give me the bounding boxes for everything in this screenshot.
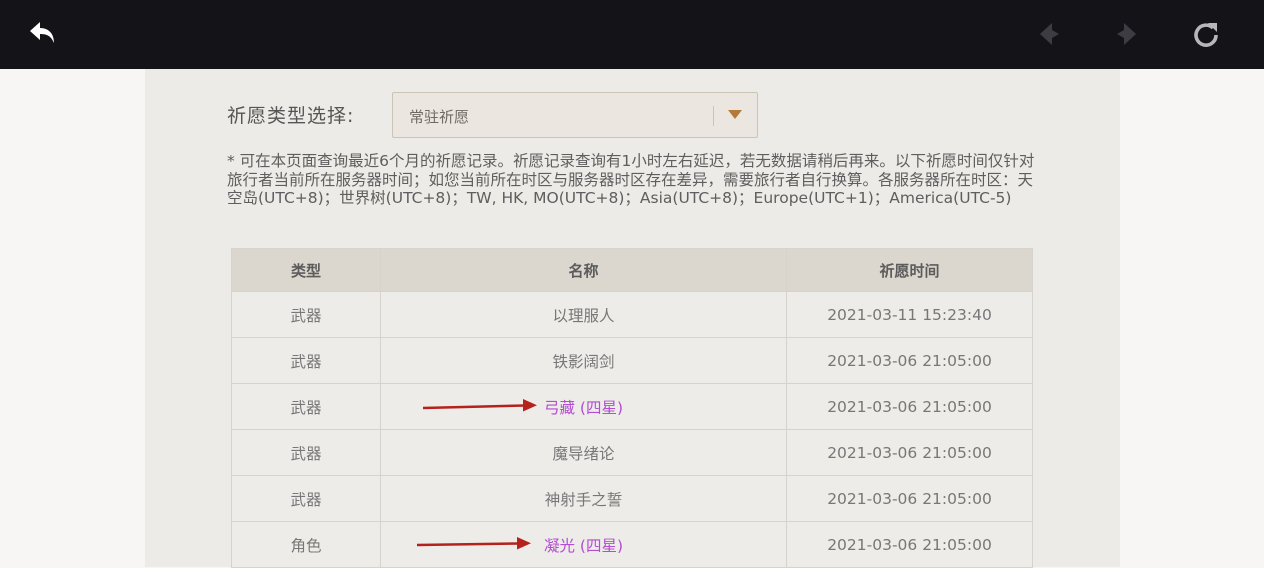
cell-type: 武器 xyxy=(231,429,381,476)
column-header-name: 名称 xyxy=(380,248,787,292)
wish-type-select[interactable]: 常驻祈愿 xyxy=(392,92,758,138)
four-star-character-name: 凝光 (四星) xyxy=(543,536,624,555)
cell-time: 2021-03-06 21:05:00 xyxy=(786,521,1033,568)
chevron-down-icon xyxy=(728,110,742,119)
cell-name: 铁影阔剑 xyxy=(380,337,787,384)
cell-type: 角色 xyxy=(231,521,381,568)
column-header-time: 祈愿时间 xyxy=(786,248,1033,292)
table-row: 武器 以理服人 2021-03-11 15:23:40 xyxy=(231,291,1033,338)
cell-name-four-star: 凝光 (四星) xyxy=(380,521,787,568)
cell-time: 2021-03-06 21:05:00 xyxy=(786,337,1033,384)
next-page-button[interactable] xyxy=(1107,14,1147,54)
select-divider xyxy=(713,106,714,126)
table-row: 武器 魔导绪论 2021-03-06 21:05:00 xyxy=(231,429,1033,476)
cell-name: 魔导绪论 xyxy=(380,429,787,476)
table-header-row: 类型 名称 祈愿时间 xyxy=(231,248,1033,292)
next-page-icon xyxy=(1117,23,1136,45)
cell-time: 2021-03-11 15:23:40 xyxy=(786,291,1033,338)
cell-name-four-star: 弓藏 (四星) xyxy=(380,383,787,430)
query-notice: * 可在本页面查询最近6个月的祈愿记录。祈愿记录查询有1小时左右延迟，若无数据请… xyxy=(227,152,1035,208)
table-row: 武器 弓藏 (四星) 2021-03-06 21:05:00 xyxy=(231,383,1033,430)
top-toolbar xyxy=(0,0,1264,69)
cell-type: 武器 xyxy=(231,337,381,384)
back-arrow-icon xyxy=(30,22,54,43)
annotation-arrow-icon xyxy=(422,399,537,412)
cell-name: 以理服人 xyxy=(380,291,787,338)
cell-type: 武器 xyxy=(231,383,381,430)
cell-time: 2021-03-06 21:05:00 xyxy=(786,383,1033,430)
table-row: 角色 凝光 (四星) 2021-03-06 21:05:00 xyxy=(231,521,1033,568)
prev-page-icon xyxy=(1040,23,1059,45)
cell-type: 武器 xyxy=(231,475,381,522)
wish-type-selected-value: 常驻祈愿 xyxy=(409,108,470,126)
four-star-item-name: 弓藏 (四星) xyxy=(543,398,624,417)
cell-type: 武器 xyxy=(231,291,381,338)
cell-name: 神射手之誓 xyxy=(380,475,787,522)
annotation-arrow-icon xyxy=(416,537,531,550)
wish-type-label: 祈愿类型选择: xyxy=(227,105,355,127)
reload-button[interactable] xyxy=(1186,14,1226,54)
back-button[interactable] xyxy=(24,14,64,54)
prev-page-button[interactable] xyxy=(1029,14,1069,54)
table-row: 武器 神射手之誓 2021-03-06 21:05:00 xyxy=(231,475,1033,522)
wish-records-table: 类型 名称 祈愿时间 武器 以理服人 2021-03-11 15:23:40 武… xyxy=(231,248,1033,568)
wish-history-panel: 祈愿类型选择: 常驻祈愿 * 可在本页面查询最近6个月的祈愿记录。祈愿记录查询有… xyxy=(145,69,1120,568)
cell-time: 2021-03-06 21:05:00 xyxy=(786,475,1033,522)
cell-time: 2021-03-06 21:05:00 xyxy=(786,429,1033,476)
table-row: 武器 铁影阔剑 2021-03-06 21:05:00 xyxy=(231,337,1033,384)
reload-icon xyxy=(1194,23,1218,47)
column-header-type: 类型 xyxy=(231,248,381,292)
